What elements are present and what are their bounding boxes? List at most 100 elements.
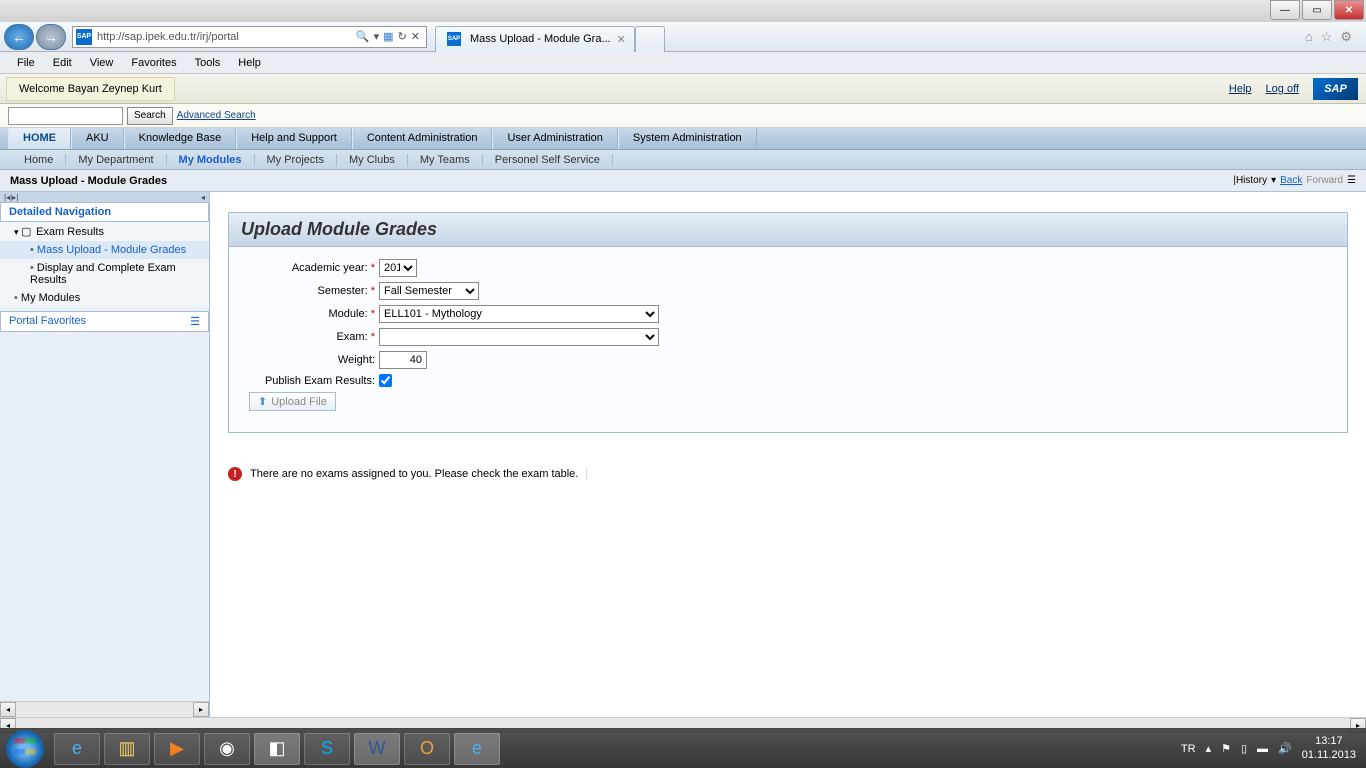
dropdown-icon[interactable]: ▾ <box>374 30 380 43</box>
tools-icon[interactable]: ⚙ <box>1340 29 1352 45</box>
menu-favorites[interactable]: Favorites <box>122 57 185 69</box>
label-weight: Weight: <box>338 354 375 366</box>
tray-lang[interactable]: TR <box>1181 743 1196 755</box>
history-forward: Forward <box>1306 175 1343 186</box>
subnav-dept[interactable]: My Department <box>66 154 166 166</box>
topnav-system[interactable]: System Administration <box>618 128 757 149</box>
tab-close-icon[interactable]: ✕ <box>617 33 626 46</box>
maximize-button[interactable]: ▭ <box>1302 0 1332 20</box>
options-icon[interactable]: ☰ <box>1347 175 1356 186</box>
tray-flag-icon[interactable]: ⚑ <box>1221 742 1231 755</box>
browser-tab[interactable]: SAP Mass Upload - Module Gra... ✕ <box>435 26 635 52</box>
home-icon[interactable]: ⌂ <box>1305 29 1313 45</box>
back-button[interactable]: ← <box>4 24 34 50</box>
error-message: ! There are no exams assigned to you. Pl… <box>228 467 1348 481</box>
select-year[interactable]: 2013 <box>379 259 417 277</box>
favorites-icon[interactable]: ☆ <box>1321 29 1333 45</box>
label-publish: Publish Exam Results: <box>265 375 375 387</box>
checkbox-publish[interactable] <box>379 374 392 387</box>
help-link[interactable]: Help <box>1229 83 1252 95</box>
task-skype-icon[interactable]: S <box>304 733 350 765</box>
sidebar-handle[interactable]: |◂|▸|◂ <box>0 192 209 202</box>
menu-help[interactable]: Help <box>229 57 270 69</box>
topnav-help[interactable]: Help and Support <box>236 128 352 149</box>
history-dropdown-icon[interactable]: ▾ <box>1271 175 1276 186</box>
tree-exam-results[interactable]: ▢ Exam Results <box>0 222 209 241</box>
task-word-icon[interactable]: W <box>354 733 400 765</box>
sidebar: |◂|▸|◂ Detailed Navigation ▢ Exam Result… <box>0 192 210 717</box>
task-explorer-icon[interactable]: ▥ <box>104 733 150 765</box>
sidebar-detailed-nav[interactable]: Detailed Navigation <box>0 202 209 222</box>
tray-battery-icon[interactable]: ▯ <box>1241 742 1247 755</box>
select-exam[interactable] <box>379 328 659 346</box>
close-button[interactable]: ✕ <box>1334 0 1364 20</box>
sap-header: Welcome Bayan Zeynep Kurt Help Log off S… <box>0 74 1366 104</box>
folder-icon: ▢ <box>21 225 33 238</box>
task-media-icon[interactable]: ▶ <box>154 733 200 765</box>
top-navigation: HOME AKU Knowledge Base Help and Support… <box>0 128 1366 150</box>
new-tab-button[interactable] <box>635 26 665 52</box>
url-text[interactable]: http://sap.ipek.edu.tr/irj/portal <box>95 31 350 43</box>
sap-logo: SAP <box>1313 78 1358 100</box>
label-module: Module: <box>329 308 368 320</box>
menu-tools[interactable]: Tools <box>186 57 230 69</box>
subnav-projects[interactable]: My Projects <box>255 154 337 166</box>
advanced-search-link[interactable]: Advanced Search <box>177 110 256 121</box>
menu-view[interactable]: View <box>81 57 123 69</box>
refresh-icon[interactable]: ↻ <box>398 30 407 43</box>
tray-chevron-icon[interactable]: ▴ <box>1206 742 1212 755</box>
minimize-button[interactable]: — <box>1270 0 1300 20</box>
menu-file[interactable]: File <box>8 57 44 69</box>
input-weight[interactable] <box>379 351 427 369</box>
sidebar-favorites[interactable]: Portal Favorites ☰ <box>0 311 209 332</box>
task-outlook-icon[interactable]: O <box>404 733 450 765</box>
topnav-content[interactable]: Content Administration <box>352 128 493 149</box>
sap-favicon: SAP <box>447 32 461 46</box>
tree-mass-upload[interactable]: Mass Upload - Module Grades <box>0 241 209 259</box>
subnav-teams[interactable]: My Teams <box>408 154 483 166</box>
subnav-clubs[interactable]: My Clubs <box>337 154 408 166</box>
tray-network-icon[interactable]: ▬ <box>1257 743 1268 755</box>
compat-icon[interactable]: ▦ <box>383 30 393 43</box>
forward-button[interactable]: → <box>36 24 66 50</box>
task-chrome-icon[interactable]: ◉ <box>204 733 250 765</box>
history-back[interactable]: Back <box>1280 175 1302 186</box>
search-icon[interactable]: 🔍 <box>356 30 370 43</box>
scroll-left-icon[interactable]: ◂ <box>0 702 16 717</box>
favorites-menu-icon[interactable]: ☰ <box>190 315 200 328</box>
upload-icon: ⬆ <box>258 395 267 408</box>
subnav-modules[interactable]: My Modules <box>167 154 255 166</box>
error-icon: ! <box>228 467 242 481</box>
panel-title: Upload Module Grades <box>229 213 1347 247</box>
stop-icon[interactable]: ✕ <box>411 30 420 43</box>
start-button[interactable] <box>6 730 44 768</box>
task-ie-icon[interactable]: e <box>54 733 100 765</box>
topnav-home[interactable]: HOME <box>8 128 71 149</box>
task-app-icon[interactable]: ◧ <box>254 733 300 765</box>
subnav-self[interactable]: Personel Self Service <box>483 154 613 166</box>
label-exam: Exam: <box>336 331 367 343</box>
label-semester: Semester: <box>318 285 368 297</box>
select-semester[interactable]: Fall Semester <box>379 282 479 300</box>
topnav-user[interactable]: User Administration <box>492 128 617 149</box>
subnav-home[interactable]: Home <box>12 154 66 166</box>
tree-display-exam[interactable]: Display and Complete Exam Results <box>0 259 209 289</box>
menu-edit[interactable]: Edit <box>44 57 81 69</box>
tree-my-modules[interactable]: My Modules <box>0 289 209 307</box>
tray-clock[interactable]: 13:17 01.11.2013 <box>1302 735 1356 761</box>
tray-volume-icon[interactable]: 🔊 <box>1278 742 1292 755</box>
search-button[interactable]: Search <box>127 107 173 125</box>
address-bar[interactable]: SAP http://sap.ipek.edu.tr/irj/portal 🔍 … <box>72 26 427 48</box>
sidebar-scrollbar[interactable]: ◂ ▸ <box>0 701 209 717</box>
tab-title: Mass Upload - Module Gra... <box>470 33 611 45</box>
upload-file-button[interactable]: ⬆ Upload File <box>249 392 336 411</box>
scroll-right-icon[interactable]: ▸ <box>193 702 209 717</box>
search-input[interactable] <box>8 107 123 125</box>
logoff-link[interactable]: Log off <box>1266 83 1299 95</box>
sap-favicon: SAP <box>76 29 92 45</box>
history-label[interactable]: |History <box>1233 175 1267 186</box>
select-module[interactable]: ELL101 - Mythology <box>379 305 659 323</box>
topnav-knowledge[interactable]: Knowledge Base <box>124 128 237 149</box>
task-ie2-icon[interactable]: e <box>454 733 500 765</box>
topnav-aku[interactable]: AKU <box>71 128 124 149</box>
